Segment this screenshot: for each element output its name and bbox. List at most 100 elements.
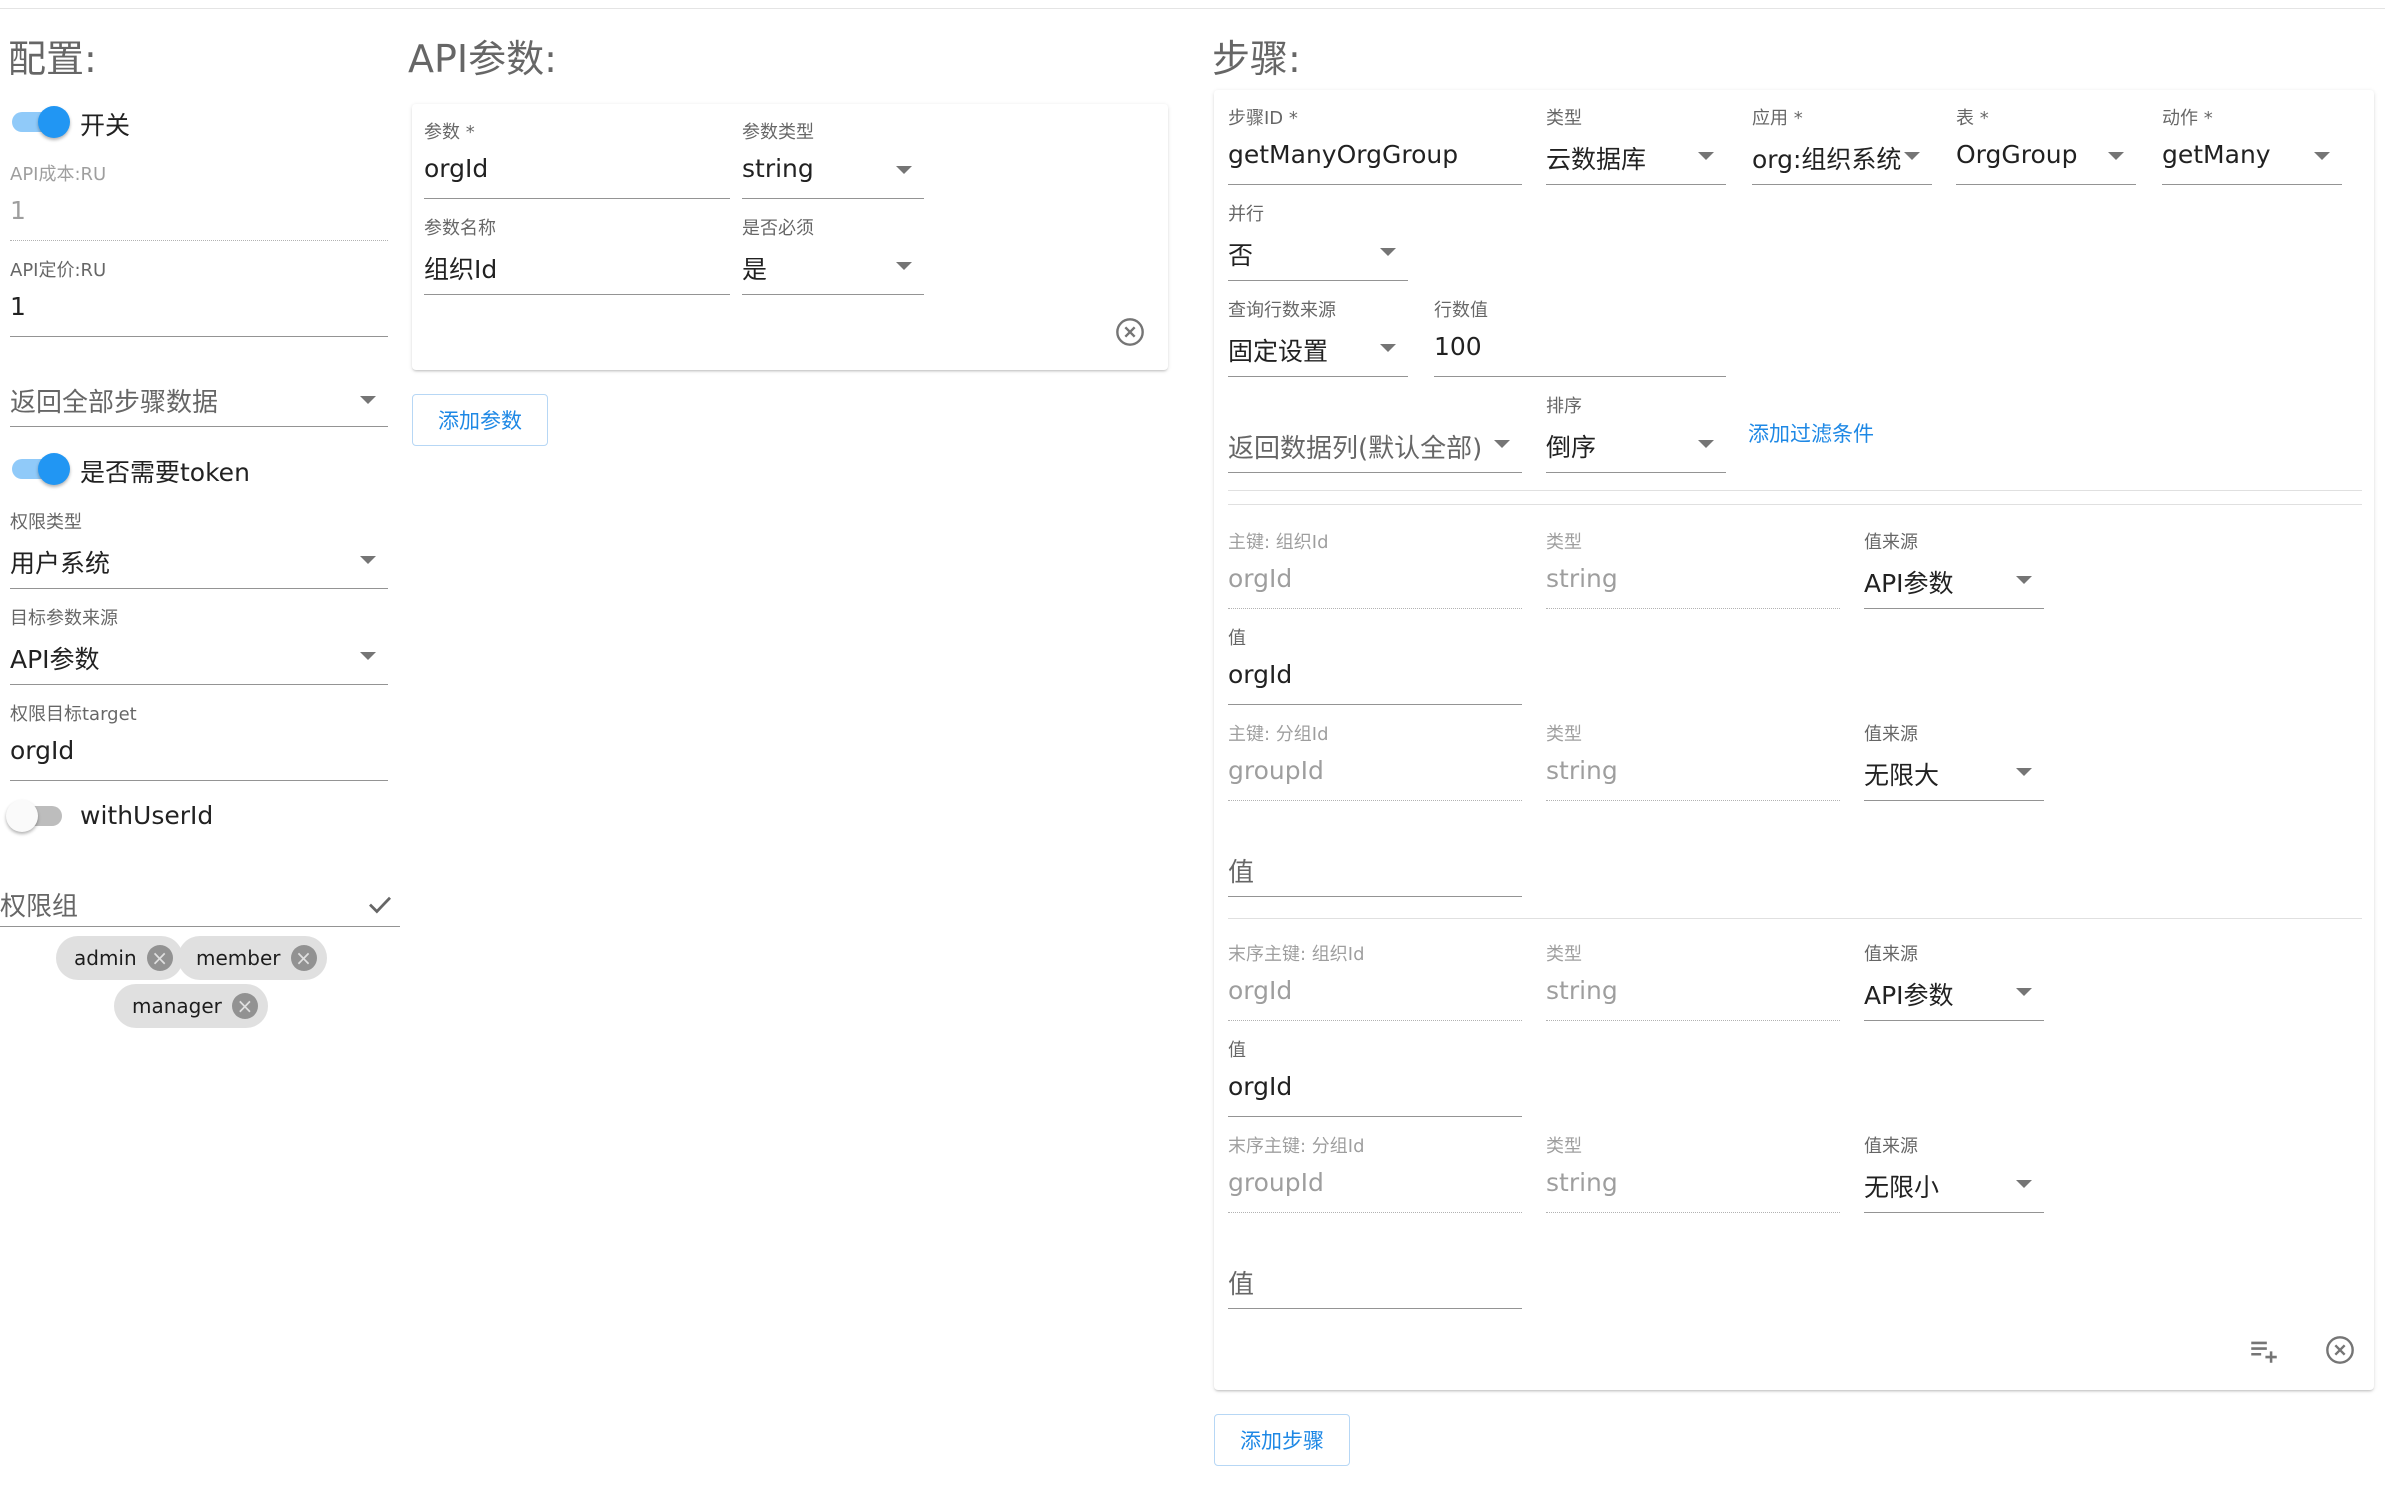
dropdown-arrow-icon — [360, 396, 376, 404]
field-label: 类型 — [1546, 724, 1582, 745]
enable-switch[interactable] — [8, 104, 70, 138]
target-source-select[interactable]: 目标参数来源 API参数 — [10, 604, 388, 700]
sort-select[interactable]: 排序 倒序 — [1546, 392, 1726, 488]
field-value: 1 — [10, 196, 26, 225]
value-source-select[interactable]: 值来源 API参数 — [1864, 940, 2044, 1036]
return-data-select[interactable]: 返回全部步骤数据 — [10, 350, 388, 446]
field-value: string — [1546, 564, 1618, 593]
field-label: 值 — [1228, 628, 1246, 649]
select-value: 无限大 — [1864, 761, 1940, 790]
close-circle-icon[interactable] — [2320, 1330, 2360, 1370]
field-label: 权限组 — [0, 892, 79, 922]
with-user-id-switch[interactable] — [6, 798, 66, 832]
required-select[interactable]: 是否必须 是 — [742, 214, 924, 310]
cancel-icon[interactable]: × — [231, 993, 258, 1019]
field-underline — [1546, 472, 1726, 473]
param-field[interactable]: 参数 * orgId — [424, 118, 730, 214]
field-underline — [1546, 800, 1840, 801]
row-count-field[interactable]: 行数值 100 — [1434, 296, 1726, 392]
field-underline — [10, 684, 388, 685]
add-param-button[interactable]: 添加参数 — [412, 394, 548, 446]
field-label: 值来源 — [1864, 724, 1918, 745]
field-label: 值来源 — [1864, 944, 1918, 965]
step-type-select[interactable]: 类型 云数据库 — [1546, 104, 1726, 200]
perm-chip-manager: manager × — [114, 984, 268, 1028]
app-select[interactable]: 应用 * org:组织系统 — [1752, 104, 1932, 200]
dropdown-arrow-icon — [1904, 152, 1920, 160]
api-price-field[interactable]: API定价:RU 1 — [10, 256, 388, 352]
select-value: 无限小 — [1864, 1173, 1940, 1202]
field-label: 排序 — [1546, 396, 1582, 417]
value-source-select[interactable]: 值来源 无限小 — [1864, 1132, 2044, 1228]
field-value: 100 — [1434, 332, 1482, 361]
row-source-select[interactable]: 查询行数来源 固定设置 — [1228, 296, 1408, 392]
dropdown-arrow-icon — [1380, 344, 1396, 352]
with-user-id-label: withUserId — [80, 801, 214, 830]
add-step-button[interactable]: 添加步骤 — [1214, 1414, 1350, 1466]
field-label: 类型 — [1546, 108, 1582, 129]
step-id-field[interactable]: 步骤ID * getManyOrgGroup — [1228, 104, 1522, 200]
select-value: 固定设置 — [1228, 337, 1329, 366]
field-label: 参数类型 — [742, 122, 814, 143]
field-value: orgId — [1228, 976, 1293, 1005]
field-label: 动作 * — [2162, 108, 2213, 129]
perm-type-select[interactable]: 权限类型 用户系统 — [10, 508, 388, 604]
section-divider — [1228, 504, 2362, 505]
field-value: 1 — [10, 292, 26, 321]
field-label: 类型 — [1546, 1136, 1582, 1157]
close-circle-icon[interactable] — [1110, 312, 1150, 352]
param-type-select[interactable]: 参数类型 string — [742, 118, 924, 214]
field-label: 表 * — [1956, 108, 1989, 129]
field-label: 是否必须 — [742, 218, 814, 239]
token-switch[interactable] — [8, 451, 70, 485]
key-value-field[interactable]: 值 orgId — [1228, 1036, 1522, 1132]
config-title: 配置: — [8, 37, 97, 81]
field-value: groupId — [1228, 756, 1324, 785]
field-underline — [10, 336, 388, 337]
field-label: 参数 * — [424, 122, 475, 143]
dropdown-arrow-icon — [2016, 768, 2032, 776]
key-type-field: 类型 string — [1546, 1132, 1840, 1228]
cancel-icon[interactable]: × — [290, 945, 317, 971]
perm-chip-admin: admin × — [56, 936, 183, 980]
key-value-field[interactable]: 值 orgId — [1228, 624, 1522, 720]
switch-thumb — [38, 106, 70, 138]
field-underline — [1546, 608, 1840, 609]
field-underline — [424, 198, 730, 199]
field-value: orgId — [1228, 660, 1293, 689]
value-source-select[interactable]: 值来源 API参数 — [1864, 528, 2044, 624]
field-underline — [1228, 184, 1522, 185]
cancel-icon[interactable]: × — [146, 945, 173, 971]
field-underline — [10, 780, 388, 781]
api-param-card: 参数 * orgId 参数类型 string 参数名称 组织Id 是否必须 是 — [412, 104, 1168, 370]
field-underline — [1228, 1212, 1522, 1213]
select-value: 云数据库 — [1546, 145, 1647, 174]
table-select[interactable]: 表 * OrgGroup — [1956, 104, 2136, 200]
playlist-add-icon[interactable] — [2244, 1330, 2284, 1370]
key-value-field[interactable]: 值 — [1228, 816, 1522, 912]
action-select[interactable]: 动作 * getMany — [2162, 104, 2342, 200]
select-value: 倒序 — [1546, 433, 1597, 462]
select-value: API参数 — [10, 645, 100, 674]
field-label: 应用 * — [1752, 108, 1803, 129]
field-label: API成本:RU — [10, 164, 107, 185]
value-source-select[interactable]: 值来源 无限大 — [1864, 720, 2044, 816]
switch-thumb — [38, 453, 70, 485]
field-label: 值来源 — [1864, 1136, 1918, 1157]
param-name-field[interactable]: 参数名称 组织Id — [424, 214, 730, 310]
key-value-field[interactable]: 值 — [1228, 1228, 1522, 1324]
parallel-select[interactable]: 并行 否 — [1228, 200, 1408, 296]
dropdown-arrow-icon — [896, 166, 912, 174]
check-icon[interactable] — [360, 884, 400, 924]
dropdown-arrow-icon — [360, 652, 376, 660]
add-filter-link[interactable]: 添加过滤条件 — [1748, 418, 1874, 448]
return-columns-select[interactable]: 返回数据列(默认全部) — [1228, 392, 1522, 488]
select-value: 用户系统 — [10, 549, 111, 578]
field-underline — [1864, 1212, 2044, 1213]
field-value: groupId — [1228, 1168, 1324, 1197]
dropdown-arrow-icon — [360, 556, 376, 564]
perm-target-field[interactable]: 权限目标target orgId — [10, 700, 388, 796]
select-value: getMany — [2162, 140, 2271, 169]
dropdown-arrow-icon — [1380, 248, 1396, 256]
field-label: 末序主键: 分组Id — [1228, 1136, 1365, 1157]
